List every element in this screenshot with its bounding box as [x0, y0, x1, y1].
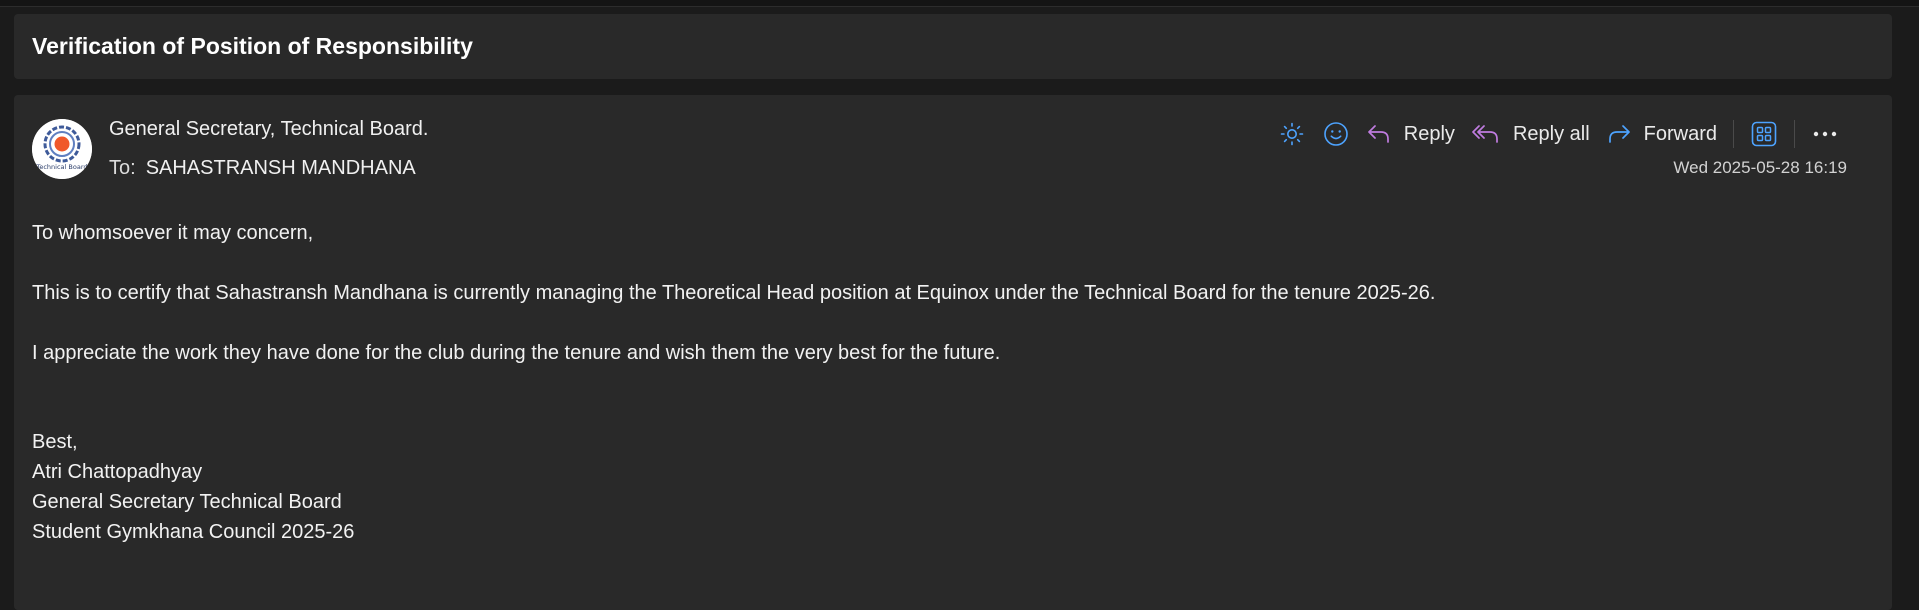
forward-label: Forward — [1643, 122, 1717, 145]
reply-all-label: Reply all — [1512, 122, 1590, 145]
technical-board-logo: Technical Board — [32, 119, 92, 179]
message-body: To whomsoever it may concern, This is to… — [32, 219, 1435, 547]
more-actions-button[interactable] — [1803, 113, 1847, 155]
sender-avatar[interactable]: Technical Board — [32, 119, 92, 179]
avatar-logo-text: Technical Board — [35, 163, 87, 171]
sun-icon — [1280, 122, 1304, 146]
signature-name: Atri Chattopadhyay — [32, 461, 203, 483]
signature-title: General Secretary Technical Board — [32, 491, 342, 513]
message-date: Wed 2025-05-28 16:19 — [1673, 158, 1847, 177]
apps-grid-icon — [1751, 121, 1777, 147]
body-appreciation: I appreciate the work they have done for… — [32, 342, 1001, 364]
apps-button[interactable] — [1742, 113, 1786, 155]
email-subject: Verification of Position of Responsibili… — [32, 33, 473, 59]
message-actions-toolbar: Reply Reply all Forward — [1270, 113, 1847, 155]
signature-organization: Student Gymkhana Council 2025-26 — [32, 521, 355, 543]
to-label: To: — [109, 157, 136, 179]
reply-button[interactable]: Reply — [1358, 113, 1463, 155]
recipient-name[interactable]: SAHASTRANSH MANDHANA — [146, 157, 416, 180]
recipient-line: To: SAHASTRANSH MANDHANA — [109, 157, 416, 180]
message-card: Technical Board General Secretary, Techn… — [14, 95, 1892, 610]
brightness-toggle-button[interactable] — [1270, 113, 1314, 155]
sender-name[interactable]: General Secretary, Technical Board. — [109, 118, 428, 141]
more-ellipsis-icon — [1813, 131, 1837, 137]
signature-closing: Best, — [32, 431, 78, 453]
forward-button[interactable]: Forward — [1598, 113, 1725, 155]
top-strip — [0, 0, 1919, 7]
toolbar-divider-2 — [1794, 120, 1795, 148]
emoji-reaction-button[interactable] — [1314, 113, 1358, 155]
forward-icon — [1608, 125, 1630, 143]
reply-label: Reply — [1403, 122, 1455, 145]
reply-all-icon — [1472, 125, 1498, 143]
body-greeting: To whomsoever it may concern, — [32, 222, 314, 244]
body-certification: This is to certify that Sahastransh Mand… — [32, 282, 1436, 304]
reply-all-button[interactable]: Reply all — [1463, 113, 1598, 155]
subject-header: Verification of Position of Responsibili… — [14, 14, 1892, 79]
reply-icon — [1367, 125, 1389, 143]
toolbar-divider — [1733, 120, 1734, 148]
smiley-icon — [1323, 122, 1348, 146]
